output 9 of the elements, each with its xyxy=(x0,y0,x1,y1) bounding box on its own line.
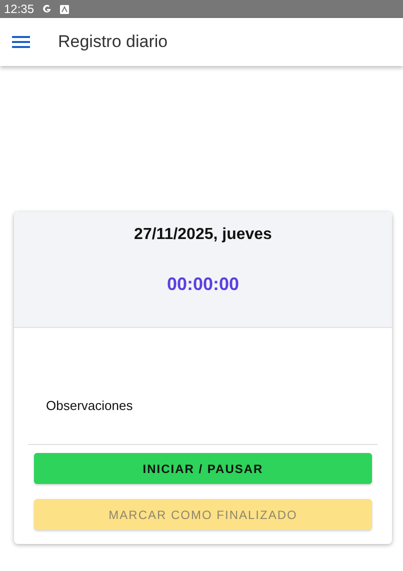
notification-icon xyxy=(60,4,70,14)
menu-icon[interactable] xyxy=(12,36,30,48)
date-label: 27/11/2025, jueves xyxy=(134,226,272,244)
start-pause-button[interactable]: INICIAR / PAUSAR xyxy=(34,453,372,484)
status-time: 12:35 xyxy=(4,2,34,16)
google-icon xyxy=(42,4,52,14)
observations-field[interactable]: Observaciones xyxy=(28,328,378,445)
app-title: Registro diario xyxy=(58,32,168,52)
timer: 00:00:00 xyxy=(166,274,240,295)
